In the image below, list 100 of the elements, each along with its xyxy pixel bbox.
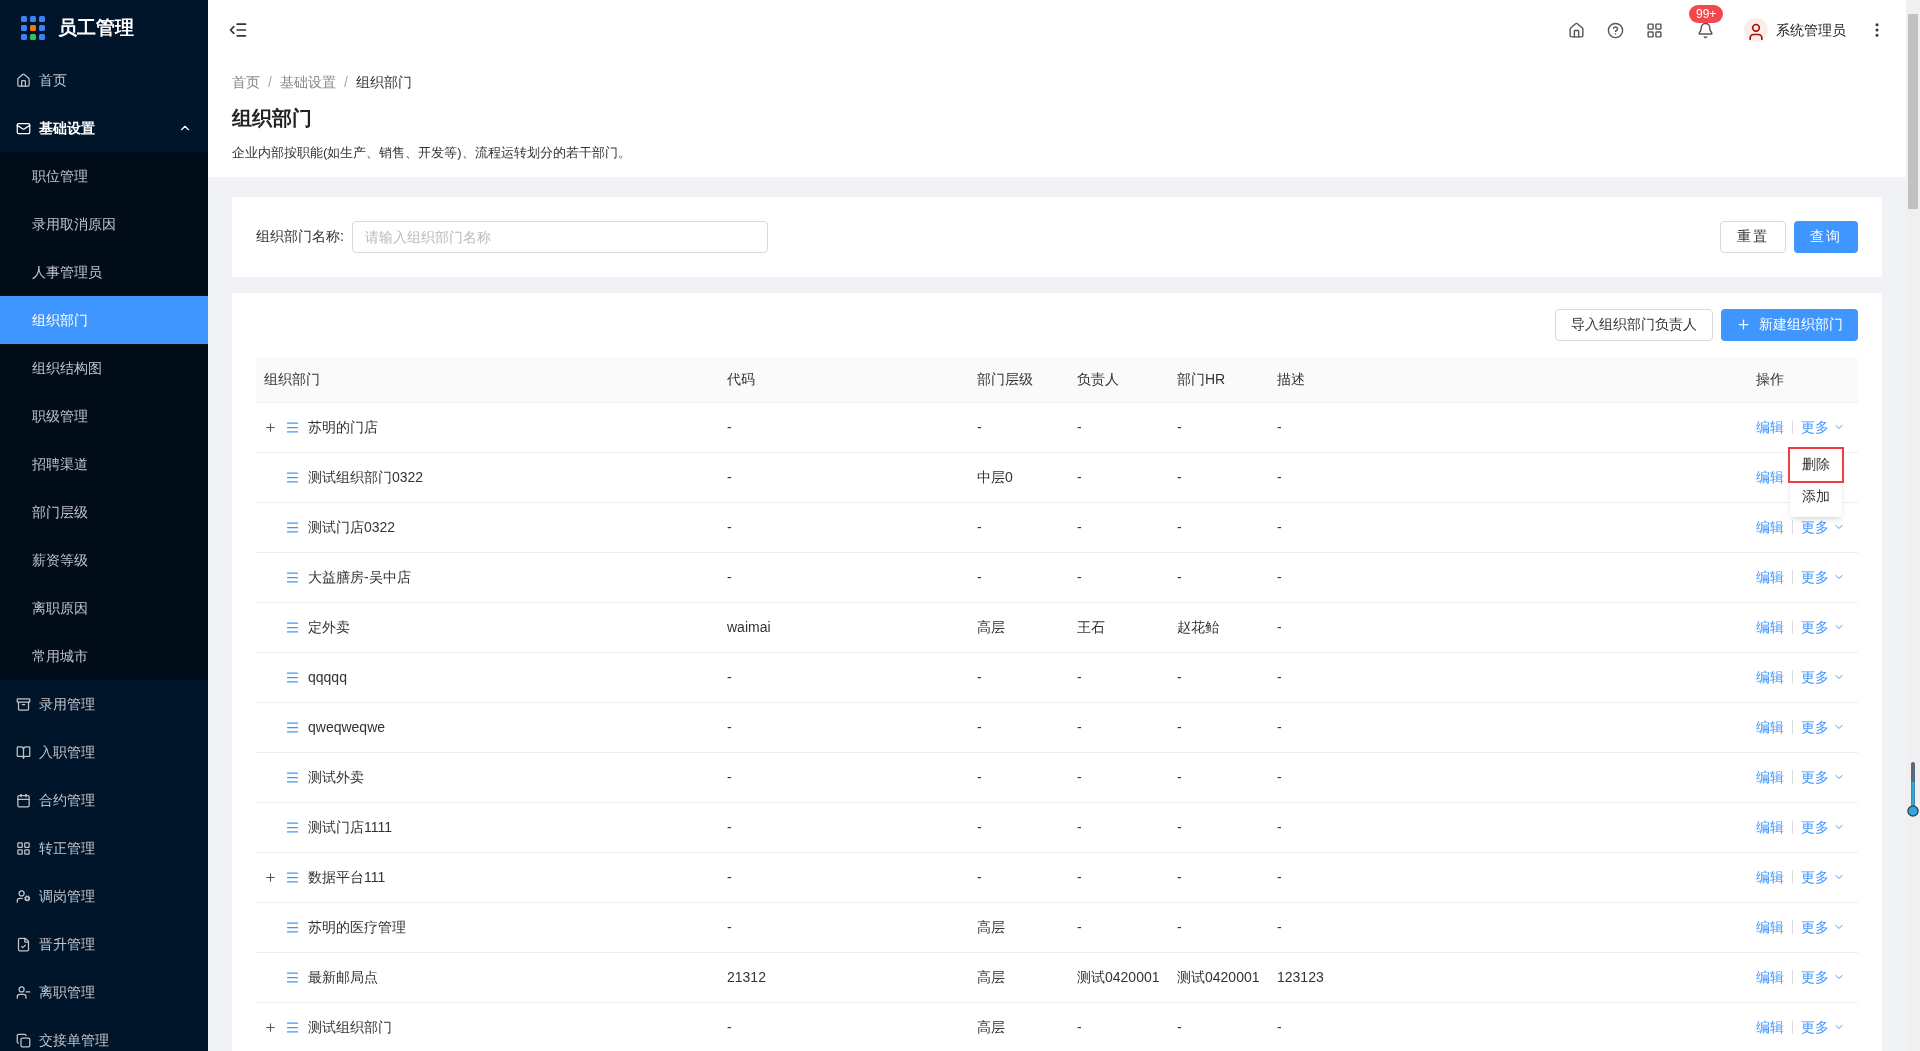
sidebar-subitem[interactable]: 常用城市 <box>0 632 208 680</box>
table-cell-text: - <box>727 717 732 737</box>
sidebar-item[interactable]: 交接单管理 <box>0 1016 208 1051</box>
sidebar-subitem[interactable]: 职位管理 <box>0 152 208 200</box>
table-cell-text: - <box>1077 517 1082 537</box>
more-link[interactable]: 更多 <box>1801 666 1845 688</box>
table-cell-text: 测试门店1111 <box>308 817 393 837</box>
table-cell-text: - <box>1277 767 1282 787</box>
edit-link[interactable]: 编辑 <box>1756 466 1784 488</box>
sidebar-subitem[interactable]: 组织结构图 <box>0 344 208 392</box>
plus-icon <box>1736 317 1751 332</box>
grid-icon <box>16 840 31 856</box>
reset-button[interactable]: 重置 <box>1720 220 1786 253</box>
table-cell-text: - <box>1177 917 1182 937</box>
more-link[interactable]: 更多 <box>1801 766 1845 788</box>
sidebar-subitem[interactable]: 职级管理 <box>0 392 208 440</box>
sidebar-item[interactable]: 晋升管理 <box>0 920 208 968</box>
list-icon <box>285 469 300 485</box>
list-icon <box>285 869 300 885</box>
sidebar-subitem[interactable]: 离职原因 <box>0 584 208 632</box>
edit-link[interactable]: 编辑 <box>1756 716 1784 738</box>
thermometer-icon <box>1907 760 1919 818</box>
app-logo-icon <box>20 15 46 41</box>
more-link[interactable]: 更多 <box>1801 916 1845 938</box>
grid-icon[interactable] <box>1646 21 1663 39</box>
more-link[interactable]: 更多 <box>1801 416 1845 438</box>
table-cell-text: - <box>1277 417 1282 437</box>
table-cell-text: - <box>1077 717 1082 737</box>
expand-icon[interactable] <box>264 420 277 434</box>
edit-link[interactable]: 编辑 <box>1756 766 1784 788</box>
avatar[interactable] <box>1744 18 1768 42</box>
sidebar-subitem[interactable]: 薪资等级 <box>0 536 208 584</box>
edit-link[interactable]: 编辑 <box>1756 866 1784 888</box>
scrollbar-thumb[interactable] <box>1908 14 1918 209</box>
menu-fold-icon[interactable] <box>228 20 248 40</box>
sidebar-subitem[interactable]: 部门层级 <box>0 488 208 536</box>
table-cell-text: - <box>1177 567 1182 587</box>
list-icon <box>285 719 300 735</box>
sidebar-item[interactable]: 录用管理 <box>0 680 208 728</box>
sidebar-item[interactable]: 首页 <box>0 56 208 104</box>
table-cell-text: waimai <box>727 617 771 637</box>
sidebar-item[interactable]: 合约管理 <box>0 776 208 824</box>
table-cell-text: - <box>1077 567 1082 587</box>
table-cell-text: 测试0420001 <box>1077 967 1160 987</box>
expand-icon[interactable] <box>264 870 277 884</box>
menu-item[interactable]: 删除 <box>1790 448 1842 481</box>
search-field[interactable]: 请输入组织部门名称 <box>351 220 768 253</box>
more-link[interactable]: 更多 <box>1801 866 1845 888</box>
more-link[interactable]: 更多 <box>1801 966 1845 988</box>
table-cell-text: qqqqq <box>308 667 347 687</box>
user-name[interactable]: 系统管理员 <box>1776 19 1846 41</box>
app-title: 员工管理 <box>58 15 134 40</box>
help-icon[interactable] <box>1607 21 1624 39</box>
sidebar-subitem[interactable]: 录用取消原因 <box>0 200 208 248</box>
bell-icon[interactable] <box>1697 21 1714 39</box>
sidebar-item[interactable]: 基础设置 <box>0 104 208 152</box>
table-cell-text: - <box>1077 767 1082 787</box>
edit-link[interactable]: 编辑 <box>1756 966 1784 988</box>
table-cell-text: - <box>1177 517 1182 537</box>
more-link[interactable]: 更多 <box>1801 516 1845 538</box>
table-cell-text: - <box>1277 567 1282 587</box>
more-link[interactable]: 更多 <box>1801 716 1845 738</box>
table-cell-text: - <box>1277 817 1282 837</box>
more-link[interactable]: 更多 <box>1801 616 1845 638</box>
sidebar-item[interactable]: 入职管理 <box>0 728 208 776</box>
table-cell-text: 高层 <box>977 1017 1005 1037</box>
table-cell-text: - <box>977 717 982 737</box>
table-cell-text: - <box>977 767 982 787</box>
edit-link[interactable]: 编辑 <box>1756 416 1784 438</box>
table-cell-text: - <box>1177 817 1182 837</box>
breadcrumb-link[interactable]: 首页 <box>232 72 260 93</box>
menu-item[interactable]: 添加 <box>1790 480 1842 513</box>
more-link[interactable]: 更多 <box>1801 1016 1845 1038</box>
search-button[interactable]: 查询 <box>1794 220 1858 253</box>
copy-icon <box>16 1032 31 1048</box>
edit-link[interactable]: 编辑 <box>1756 566 1784 588</box>
sidebar-subitem[interactable]: 人事管理员 <box>0 248 208 296</box>
edit-link[interactable]: 编辑 <box>1756 616 1784 638</box>
edit-link[interactable]: 编辑 <box>1756 1016 1784 1038</box>
table-cell-text: - <box>977 867 982 887</box>
notification-badge: 99+ <box>1689 4 1724 23</box>
home-icon[interactable] <box>1568 21 1585 39</box>
breadcrumb-separator: / <box>343 73 348 92</box>
sidebar-item[interactable]: 转正管理 <box>0 824 208 872</box>
sidebar-item[interactable]: 离职管理 <box>0 968 208 1016</box>
edit-link[interactable]: 编辑 <box>1756 816 1784 838</box>
more-link[interactable]: 更多 <box>1801 816 1845 838</box>
sidebar-subitem[interactable]: 招聘渠道 <box>0 440 208 488</box>
sidebar-item[interactable]: 调岗管理 <box>0 872 208 920</box>
import-button[interactable]: 导入组织部门负责人 <box>1555 308 1713 341</box>
create-button[interactable]: 新建组织部门 <box>1721 308 1858 341</box>
expand-icon[interactable] <box>264 1020 277 1034</box>
edit-link[interactable]: 编辑 <box>1756 666 1784 688</box>
edit-link[interactable]: 编辑 <box>1756 916 1784 938</box>
sidebar-subitem[interactable]: 组织部门 <box>0 296 208 344</box>
edit-link[interactable]: 编辑 <box>1756 516 1784 538</box>
table-cell-text: 123123 <box>1277 967 1324 987</box>
breadcrumb-link[interactable]: 基础设置 <box>279 72 336 93</box>
table-cell-text: qweqweqwe <box>308 717 386 737</box>
more-link[interactable]: 更多 <box>1801 566 1845 588</box>
